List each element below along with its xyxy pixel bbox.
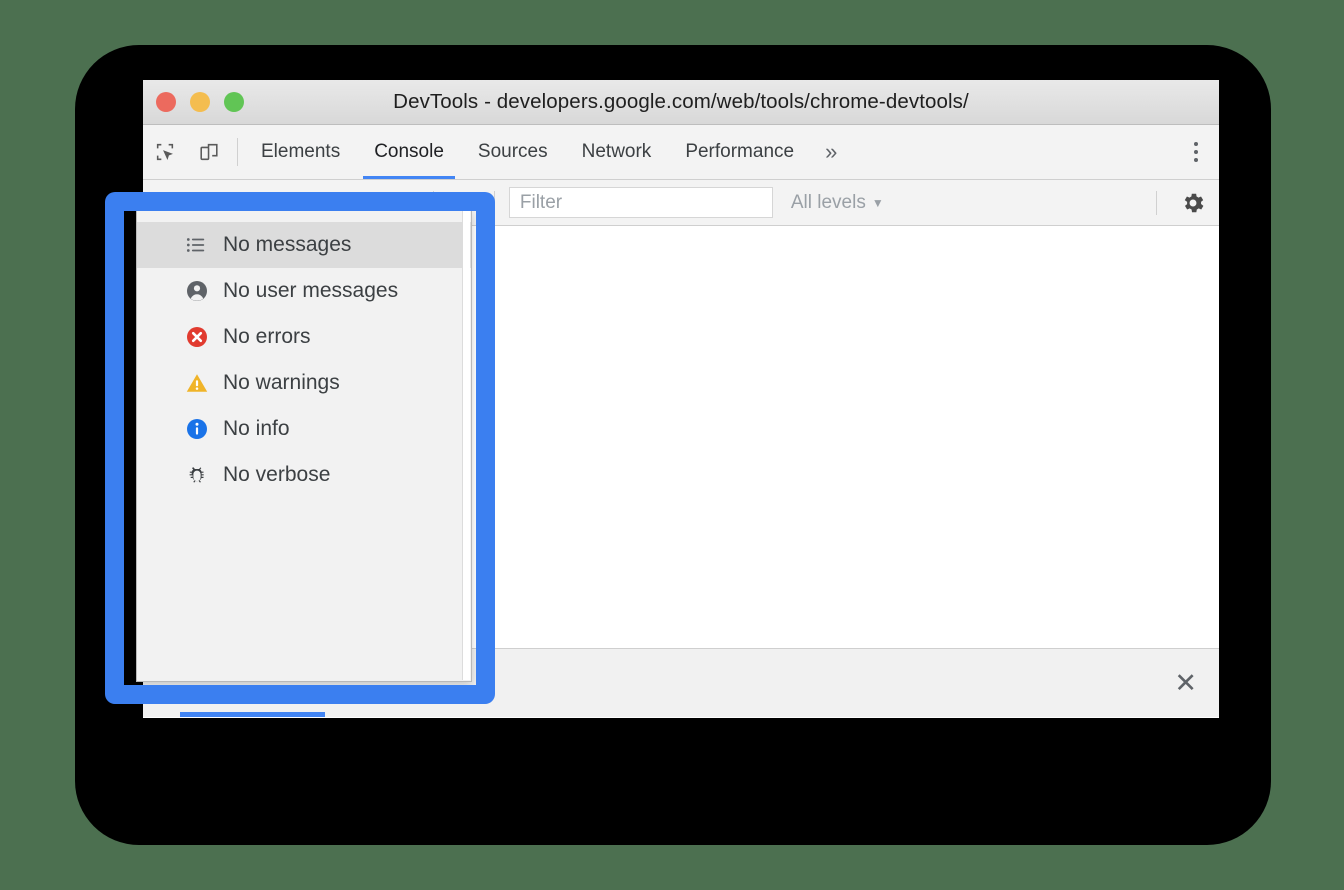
inspect-element-icon[interactable] [143,125,187,179]
chevron-down-icon: ▼ [871,195,884,210]
toolbar-divider [237,138,238,166]
toolbar-divider [1156,190,1157,215]
zoom-window-button[interactable] [224,92,244,112]
tab-label: Performance [685,141,795,162]
device-toolbar-icon[interactable] [187,125,231,179]
close-icon[interactable]: ✕ [1174,669,1197,697]
console-toolbar-right-group [1146,190,1219,216]
tab-elements[interactable]: Elements [244,125,357,179]
tab-network[interactable]: Network [565,125,669,179]
traffic-lights [156,92,244,112]
gear-icon[interactable] [1167,190,1219,216]
tab-performance[interactable]: Performance [668,125,811,179]
window-title: DevTools - developers.google.com/web/too… [393,90,969,113]
tab-label: Network [581,141,652,162]
close-window-button[interactable] [156,92,176,112]
devtools-tab-strip: Elements Console Sources Network Perform… [143,125,1219,180]
callout-highlight-box [105,192,495,704]
log-level-dropdown[interactable]: All levels ▼ [791,192,884,214]
filter-input[interactable]: Filter [508,187,773,218]
tab-label: Elements [261,141,341,162]
tab-console[interactable]: Console [357,125,461,179]
tab-sources[interactable]: Sources [461,125,565,179]
drawer-active-tab-underline [180,712,325,717]
filter-placeholder: Filter [519,191,563,213]
tab-strip-right-group [1160,125,1219,179]
more-tabs-chevron-icon[interactable]: » [811,125,851,179]
minimize-window-button[interactable] [190,92,210,112]
kebab-menu-icon[interactable] [1173,142,1219,162]
window-title-bar: DevTools - developers.google.com/web/too… [143,80,1219,125]
tab-label: Sources [477,141,548,162]
log-level-label: All levels [790,191,866,213]
tab-label: Console [374,141,444,162]
